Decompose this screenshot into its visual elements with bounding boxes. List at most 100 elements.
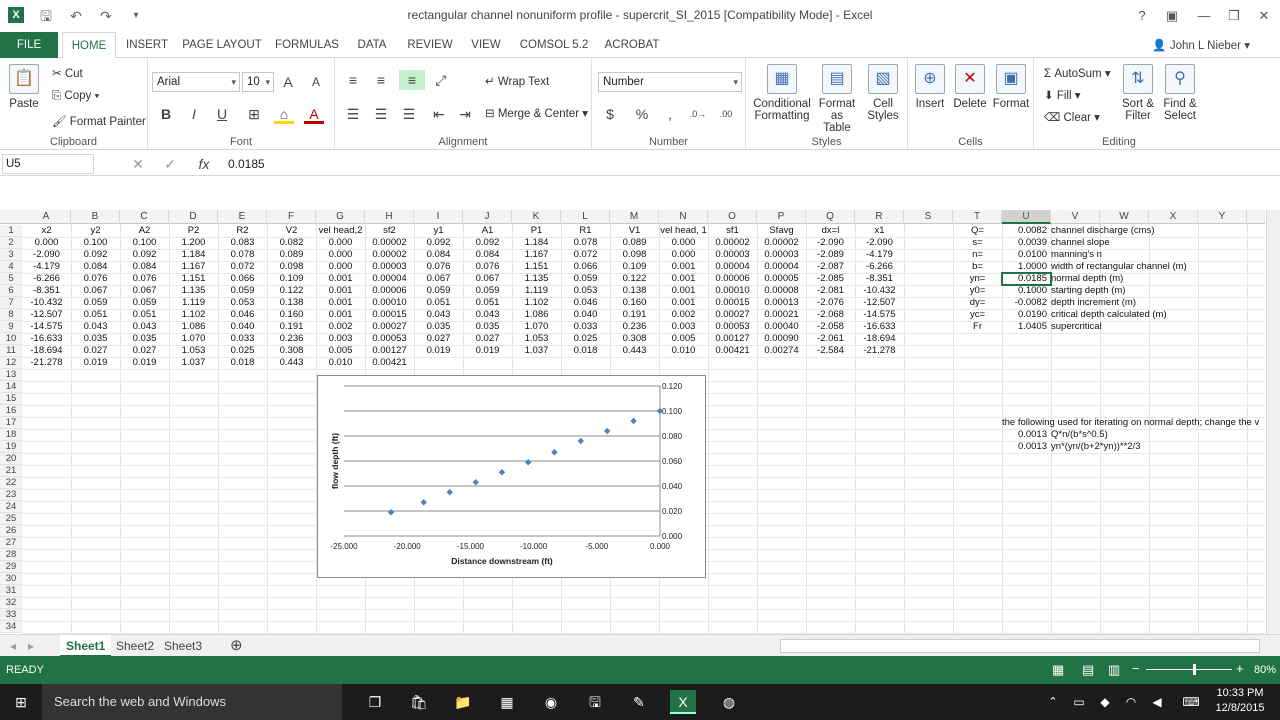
table-cell[interactable]: A1 — [463, 225, 512, 237]
param-description[interactable]: normal depth (m) — [1051, 273, 1265, 285]
next-sheet-icon[interactable]: ▸ — [22, 635, 40, 657]
table-cell[interactable]: 0.00040 — [757, 321, 806, 333]
table-cell[interactable]: 0.00002 — [365, 237, 414, 249]
row-header[interactable]: 19 — [0, 441, 22, 453]
table-cell[interactable]: 0.00027 — [365, 321, 414, 333]
param-label[interactable]: yn= — [953, 273, 1002, 285]
scatter-chart[interactable]: 0.120 0.100 0.080 0.060 0.040 0.020 0.000 -25.0… — [317, 375, 706, 578]
table-cell[interactable]: 0.083 — [218, 237, 267, 249]
table-cell[interactable]: -2.090 — [22, 249, 71, 261]
table-cell[interactable]: 0.00027 — [708, 309, 757, 321]
column-header[interactable]: P — [757, 210, 806, 224]
find-select-button[interactable]: ⚲ Find & Select — [1160, 64, 1200, 122]
table-cell[interactable]: -2.058 — [806, 321, 855, 333]
redo-icon[interactable]: ↷ — [96, 6, 116, 26]
table-cell[interactable]: 0.122 — [267, 285, 316, 297]
row-header[interactable]: 5 — [0, 273, 22, 285]
increase-indent-icon[interactable]: ⇥ — [455, 104, 475, 124]
table-cell[interactable]: 0.00002 — [365, 249, 414, 261]
table-cell[interactable]: 1.102 — [169, 309, 218, 321]
table-cell[interactable]: 1.184 — [512, 237, 561, 249]
sheet-tab-3[interactable]: Sheet3 — [158, 635, 208, 657]
table-cell[interactable]: -16.633 — [22, 333, 71, 345]
italic-icon[interactable]: I — [184, 104, 204, 124]
row-header[interactable]: 32 — [0, 597, 22, 609]
table-cell[interactable]: 0.040 — [561, 309, 610, 321]
table-cell[interactable]: 0.092 — [71, 249, 120, 261]
column-header[interactable]: Y — [1198, 210, 1247, 224]
table-cell[interactable]: 1.037 — [169, 357, 218, 369]
table-cell[interactable]: 0.066 — [561, 261, 610, 273]
param-description[interactable]: channel slope — [1051, 237, 1265, 249]
table-cell[interactable]: 0.100 — [71, 237, 120, 249]
table-cell[interactable]: 0.051 — [414, 297, 463, 309]
row-header[interactable]: 31 — [0, 585, 22, 597]
zoom-level[interactable]: 80% — [1254, 664, 1276, 676]
row-header[interactable]: 6 — [0, 285, 22, 297]
table-cell[interactable]: -4.179 — [22, 261, 71, 273]
tab-insert[interactable]: INSERT — [122, 32, 172, 58]
tab-home[interactable]: HOME — [62, 32, 116, 59]
table-cell[interactable]: P1 — [512, 225, 561, 237]
table-cell[interactable]: 0.191 — [610, 309, 659, 321]
page-layout-view-icon[interactable]: ▤ — [1082, 662, 1094, 678]
table-cell[interactable]: 0.098 — [610, 249, 659, 261]
column-header[interactable]: G — [316, 210, 365, 224]
table-cell[interactable]: 0.019 — [71, 357, 120, 369]
task-view-icon[interactable]: ❐ — [362, 690, 388, 714]
column-header[interactable]: S — [904, 210, 953, 224]
table-cell[interactable]: 0.078 — [561, 237, 610, 249]
column-header[interactable]: C — [120, 210, 169, 224]
table-cell[interactable]: 0.00005 — [757, 273, 806, 285]
windows-start-icon[interactable]: ⊞ — [8, 690, 34, 714]
wifi-icon[interactable]: ◠ — [1118, 690, 1144, 714]
table-cell[interactable]: 0.00006 — [365, 285, 414, 297]
table-cell[interactable]: 0.003 — [659, 321, 708, 333]
font-color-icon[interactable]: A — [304, 104, 324, 124]
table-cell[interactable]: 0.046 — [218, 309, 267, 321]
param-label[interactable]: yc= — [953, 309, 1002, 321]
table-cell[interactable]: 0.035 — [463, 321, 512, 333]
param-description[interactable]: critical depth calculated (m) — [1051, 309, 1265, 321]
table-cell[interactable]: x1 — [855, 225, 904, 237]
iteration-formula[interactable]: yn*(yn/(b+2*yn))**2/3 — [1051, 441, 1198, 453]
table-cell[interactable]: 0.072 — [218, 261, 267, 273]
table-cell[interactable]: 0.053 — [561, 285, 610, 297]
table-cell[interactable]: 0.067 — [414, 273, 463, 285]
table-cell[interactable]: 0.00004 — [708, 261, 757, 273]
insert-function-icon[interactable]: fx — [194, 154, 214, 174]
formula-input[interactable]: 0.0185 — [228, 154, 265, 174]
table-cell[interactable]: 0.040 — [218, 321, 267, 333]
row-header[interactable]: 15 — [0, 393, 22, 405]
name-box[interactable]: U5 — [2, 154, 94, 174]
table-cell[interactable]: 0.001 — [316, 285, 365, 297]
font-family-select[interactable]: Arial — [152, 72, 240, 92]
table-cell[interactable]: 0.002 — [659, 309, 708, 321]
table-cell[interactable]: -6.266 — [22, 273, 71, 285]
table-cell[interactable]: 0.043 — [120, 321, 169, 333]
row-header[interactable]: 34 — [0, 621, 22, 633]
column-header[interactable]: E — [218, 210, 267, 224]
table-cell[interactable]: 0.033 — [218, 333, 267, 345]
tab-file[interactable]: FILE — [0, 32, 58, 58]
table-cell[interactable]: 0.001 — [659, 285, 708, 297]
table-cell[interactable]: 0.092 — [463, 237, 512, 249]
table-cell[interactable]: -8.351 — [855, 273, 904, 285]
param-value[interactable]: -0.0082 — [1002, 297, 1051, 309]
bold-icon[interactable]: B — [156, 104, 176, 124]
table-cell[interactable]: 0.010 — [316, 357, 365, 369]
table-cell[interactable]: 1.151 — [169, 273, 218, 285]
table-cell[interactable]: 0.067 — [463, 273, 512, 285]
table-cell[interactable]: 0.084 — [120, 261, 169, 273]
table-cell[interactable]: 1.119 — [512, 285, 561, 297]
row-header[interactable]: 33 — [0, 609, 22, 621]
table-cell[interactable]: 0.002 — [316, 321, 365, 333]
table-cell[interactable]: 0.00421 — [365, 357, 414, 369]
tab-page-layout[interactable]: PAGE LAYOUT — [182, 32, 262, 58]
table-cell[interactable]: 0.084 — [71, 261, 120, 273]
tab-formulas[interactable]: FORMULAS — [274, 32, 340, 58]
param-description[interactable]: channel discharge (cms) — [1051, 225, 1265, 237]
new-sheet-icon[interactable]: ⊕ — [224, 635, 249, 657]
row-header[interactable]: 8 — [0, 309, 22, 321]
copy-button[interactable]: ⎘ Copy ▾ — [52, 90, 99, 103]
